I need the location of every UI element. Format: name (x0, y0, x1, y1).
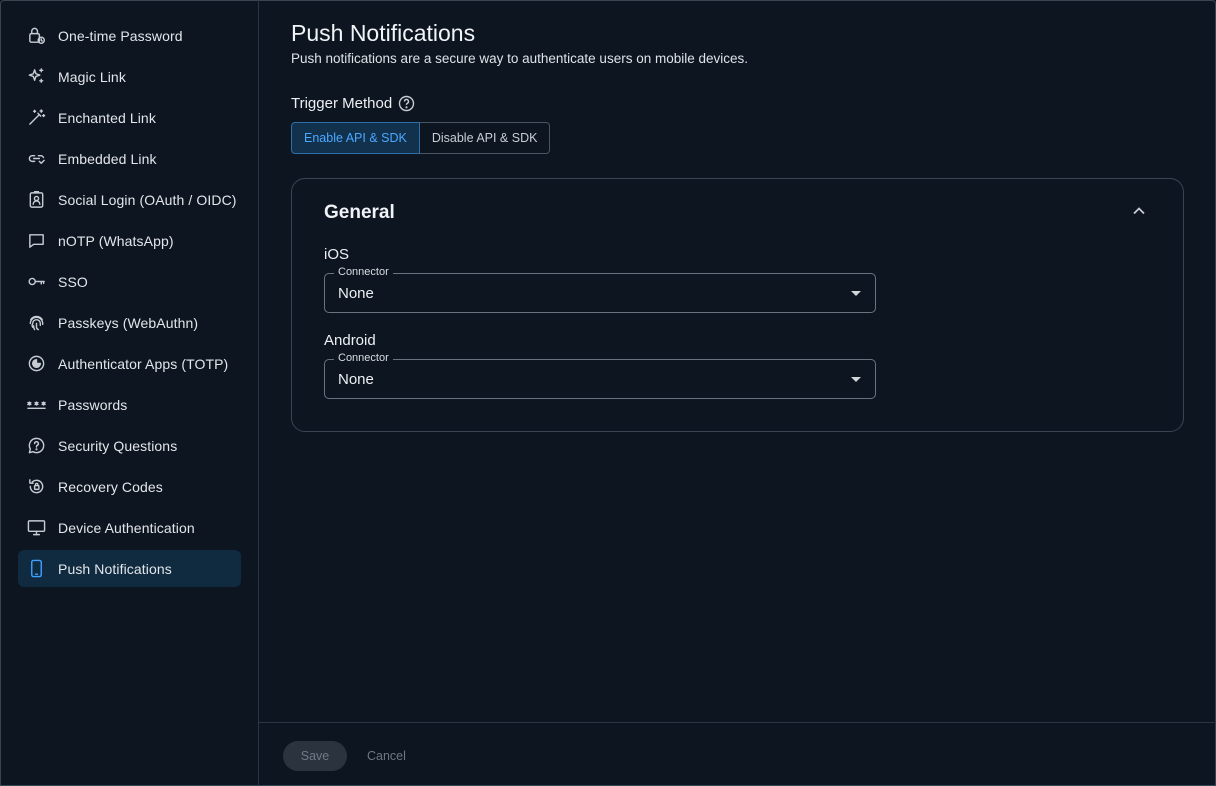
sidebar-item-authenticator-apps[interactable]: Authenticator Apps (TOTP) (18, 345, 241, 382)
sidebar-item-label: nOTP (WhatsApp) (58, 232, 174, 249)
authenticator-icon (26, 354, 46, 374)
question-bubble-icon (26, 436, 46, 456)
sidebar-item-label: Social Login (OAuth / OIDC) (58, 191, 237, 208)
sidebar-item-label: Device Authentication (58, 519, 195, 536)
sidebar-item-device-authentication[interactable]: Device Authentication (18, 509, 241, 546)
save-button[interactable]: Save (283, 741, 347, 771)
sidebar-item-enchanted-link[interactable]: Enchanted Link (18, 99, 241, 136)
key-icon (26, 272, 46, 292)
sparkles-icon (26, 67, 46, 87)
sidebar-item-label: SSO (58, 273, 88, 290)
lock-clock-icon (26, 26, 46, 46)
general-card: General iOS Connector None Android Conne… (291, 178, 1184, 432)
smartphone-icon (26, 559, 46, 579)
sidebar-item-label: Enchanted Link (58, 109, 156, 126)
sidebar: One-time Password Magic Link Enchanted L… (0, 0, 259, 786)
android-connector-label: Connector (334, 352, 393, 364)
page-description: Push notifications are a secure way to a… (291, 51, 749, 66)
page-title: Push Notifications (291, 20, 476, 46)
disable-api-sdk-button[interactable]: Disable API & SDK (419, 122, 551, 154)
sidebar-item-one-time-password[interactable]: One-time Password (18, 17, 241, 54)
help-circle-icon[interactable] (398, 95, 415, 112)
chat-bubble-icon (26, 231, 46, 251)
chevron-up-icon[interactable] (1131, 203, 1147, 219)
sidebar-item-label: Passwords (58, 396, 128, 413)
general-card-title: General (324, 202, 395, 223)
sidebar-item-label: Push Notifications (58, 560, 172, 577)
link-icon (26, 149, 46, 169)
trigger-method-label: Trigger Method (291, 95, 415, 112)
sidebar-item-label: Embedded Link (58, 150, 157, 167)
sidebar-item-recovery-codes[interactable]: Recovery Codes (18, 468, 241, 505)
fingerprint-icon (26, 313, 46, 333)
sidebar-item-label: Recovery Codes (58, 478, 163, 495)
sidebar-item-security-questions[interactable]: Security Questions (18, 427, 241, 464)
ios-connector-select[interactable]: Connector None (324, 266, 876, 313)
ios-section-label: iOS (324, 246, 350, 263)
ios-connector-label: Connector (334, 266, 393, 278)
sidebar-item-passkeys[interactable]: Passkeys (WebAuthn) (18, 304, 241, 341)
caret-down-icon (851, 377, 861, 382)
magic-wand-icon (26, 108, 46, 128)
sidebar-item-label: Magic Link (58, 68, 126, 85)
sidebar-item-sso[interactable]: SSO (18, 263, 241, 300)
sidebar-item-notp-whatsapp[interactable]: nOTP (WhatsApp) (18, 222, 241, 259)
sidebar-item-social-login[interactable]: Social Login (OAuth / OIDC) (18, 181, 241, 218)
main-content: Push Notifications Push notifications ar… (259, 0, 1216, 722)
trigger-method-text: Trigger Method (291, 95, 393, 112)
cancel-button[interactable]: Cancel (355, 741, 418, 771)
footer-bar: Save Cancel (259, 722, 1216, 786)
caret-down-icon (851, 291, 861, 296)
enable-api-sdk-button[interactable]: Enable API & SDK (291, 122, 420, 154)
android-connector-value: None (338, 371, 374, 388)
sidebar-item-passwords[interactable]: Passwords (18, 386, 241, 423)
sidebar-item-label: One-time Password (58, 27, 183, 44)
contact-badge-icon (26, 190, 46, 210)
sidebar-item-label: Passkeys (WebAuthn) (58, 314, 199, 331)
sidebar-item-label: Authenticator Apps (TOTP) (58, 355, 229, 372)
trigger-method-toggle: Enable API & SDK Disable API & SDK (291, 122, 551, 154)
android-connector-select[interactable]: Connector None (324, 352, 876, 399)
sidebar-item-magic-link[interactable]: Magic Link (18, 58, 241, 95)
recovery-icon (26, 477, 46, 497)
sidebar-item-embedded-link[interactable]: Embedded Link (18, 140, 241, 177)
ios-connector-value: None (338, 285, 374, 302)
sidebar-item-label: Security Questions (58, 437, 178, 454)
android-section-label: Android (324, 332, 376, 349)
sidebar-item-push-notifications[interactable]: Push Notifications (18, 550, 241, 587)
asterisks-icon (26, 395, 46, 415)
monitor-icon (26, 518, 46, 538)
